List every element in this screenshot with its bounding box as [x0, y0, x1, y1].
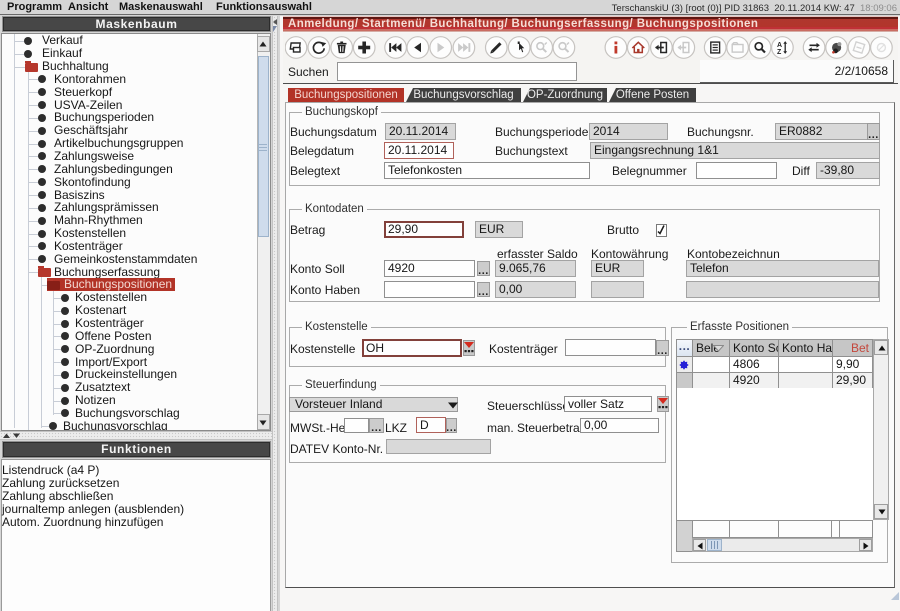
svg-text:Z: Z: [777, 49, 782, 56]
svg-text:A: A: [777, 42, 782, 49]
